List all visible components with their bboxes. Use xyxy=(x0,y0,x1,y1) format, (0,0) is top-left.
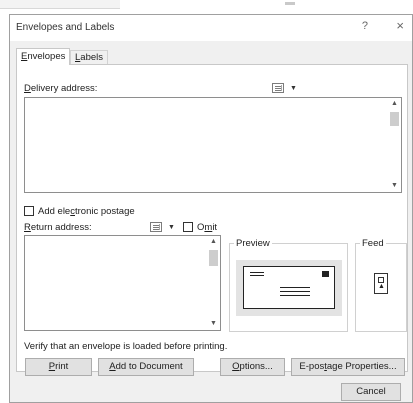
dialog-title: Envelopes and Labels xyxy=(16,22,115,33)
postage-label-pre: Add ele xyxy=(38,206,71,217)
tab-envelopes-label: nvelopes xyxy=(27,51,66,62)
options-label: ptions... xyxy=(239,361,273,372)
feed-group: Feed ▲ xyxy=(355,238,407,332)
background-mark xyxy=(285,2,295,5)
background-tab xyxy=(0,0,120,9)
omit-checkbox[interactable] xyxy=(183,222,193,232)
return-line-1 xyxy=(250,272,264,273)
options-button[interactable]: Options... xyxy=(220,358,285,376)
return-address-book-icon[interactable] xyxy=(150,222,162,232)
delivery-address-book-dropdown-icon[interactable]: ▼ xyxy=(290,85,297,92)
delivery-address-label: Delivery address: xyxy=(24,83,97,94)
return-line-2 xyxy=(250,275,264,276)
delivery-address-label-text: elivery address: xyxy=(30,83,98,94)
stamp-mark xyxy=(322,271,329,277)
print-label: rint xyxy=(55,361,69,372)
return-address-scrollbar[interactable]: ▲ ▼ xyxy=(207,236,220,330)
title-bar: Envelopes and Labels ? × xyxy=(10,15,412,41)
return-address-book-dropdown-icon[interactable]: ▼ xyxy=(168,224,175,231)
help-button[interactable]: ? xyxy=(362,20,368,32)
e-postage-properties-button[interactable]: E-postage Properties... xyxy=(291,358,405,376)
delivery-line-2 xyxy=(280,291,310,292)
preview-group: Preview xyxy=(229,238,348,332)
scroll-thumb[interactable] xyxy=(390,112,399,126)
scroll-down-icon[interactable]: ▼ xyxy=(207,318,220,330)
add-electronic-postage-label[interactable]: Add electronic postage xyxy=(38,206,135,217)
postage-label-post: tronic postage xyxy=(74,206,135,217)
envelopes-and-labels-dialog: Envelopes and Labels ? × Envelopes Label… xyxy=(9,14,413,403)
tab-envelopes[interactable]: Envelopes xyxy=(16,48,70,65)
add-doc-label: dd to Document xyxy=(115,361,183,372)
print-button[interactable]: Print xyxy=(25,358,92,376)
add-to-document-button[interactable]: Add to Document xyxy=(98,358,194,376)
scroll-thumb[interactable] xyxy=(209,250,218,266)
envelopes-panel: Delivery address: ▼ ▲ ▼ Add electronic p… xyxy=(16,64,408,376)
scroll-up-icon[interactable]: ▲ xyxy=(388,98,401,110)
verify-envelope-text: Verify that an envelope is loaded before… xyxy=(24,341,228,352)
return-address-label-text: eturn address: xyxy=(30,222,92,233)
delivery-line-1 xyxy=(280,287,310,288)
add-electronic-postage-checkbox[interactable] xyxy=(24,206,34,216)
feed-arrow-icon: ▲ xyxy=(378,283,385,290)
omit-post: it xyxy=(212,222,218,233)
cancel-button[interactable]: Cancel xyxy=(341,383,401,401)
tab-labels-label: abels xyxy=(80,52,104,63)
delivery-address-input[interactable]: ▲ ▼ xyxy=(24,97,402,193)
background-window-strip xyxy=(0,0,413,14)
delivery-line-3 xyxy=(280,295,310,296)
feed-icon[interactable]: ▲ xyxy=(374,273,388,294)
close-button[interactable]: × xyxy=(396,18,404,33)
delivery-address-scrollbar[interactable]: ▲ ▼ xyxy=(388,98,401,192)
return-address-input[interactable]: ▲ ▼ xyxy=(24,235,221,331)
feed-title: Feed xyxy=(360,238,386,249)
epostage-post: age Properties... xyxy=(326,361,397,372)
return-address-accel: R xyxy=(24,222,31,233)
delivery-address-book-icon[interactable] xyxy=(272,83,284,93)
delivery-address-accel: D xyxy=(24,83,31,94)
scroll-up-icon[interactable]: ▲ xyxy=(207,236,220,248)
epostage-pre: E-pos xyxy=(299,361,325,372)
preview-title: Preview xyxy=(234,238,272,249)
options-accel: O xyxy=(232,361,240,372)
envelope-icon xyxy=(243,266,335,309)
return-address-label: Return address: xyxy=(24,222,92,233)
tab-labels[interactable]: Labels xyxy=(70,50,108,64)
omit-label[interactable]: Omit xyxy=(197,222,217,233)
envelope-preview[interactable] xyxy=(236,260,342,316)
scroll-down-icon[interactable]: ▼ xyxy=(388,180,401,192)
